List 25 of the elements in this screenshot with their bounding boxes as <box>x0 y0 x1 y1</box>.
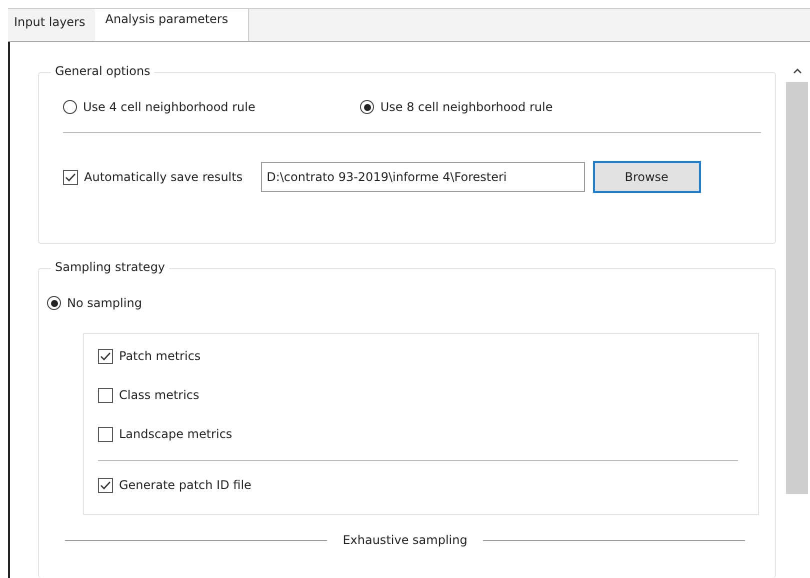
checkbox-label[interactable]: Landscape metrics <box>119 427 232 441</box>
radio-button[interactable] <box>360 100 374 114</box>
checkbox-label[interactable]: Class metrics <box>119 388 200 402</box>
group-title: General options <box>51 64 154 78</box>
checkbox-label[interactable]: Automatically save results <box>84 170 243 184</box>
tab[interactable]: Analysis parameters <box>95 9 250 41</box>
checkbox[interactable] <box>98 426 113 442</box>
checkbox[interactable] <box>98 388 113 402</box>
browse-button[interactable]: Browse <box>592 161 701 193</box>
scroll-thumb[interactable] <box>786 82 808 494</box>
checkbox[interactable] <box>98 348 113 364</box>
section-heading: Exhaustive sampling <box>342 533 468 547</box>
group-title: Sampling strategy <box>51 260 170 274</box>
path-field[interactable]: D:\contrato 93-2019\informe 4\Foresteri <box>260 162 585 192</box>
checkbox-label[interactable]: Patch metrics <box>119 349 201 363</box>
checkbox[interactable] <box>63 170 78 184</box>
scroll-up-icon[interactable] <box>792 68 802 74</box>
radio-label[interactable]: Use 8 cell neighborhood rule <box>380 100 553 114</box>
radio-button[interactable] <box>63 100 77 114</box>
radio-button[interactable] <box>47 296 61 310</box>
checkbox-label[interactable]: Generate patch ID file <box>119 478 252 492</box>
radio-label[interactable]: Use 4 cell neighborhood rule <box>83 100 256 114</box>
tab[interactable]: Input layers <box>8 9 96 41</box>
checkbox[interactable] <box>98 478 113 492</box>
radio-label[interactable]: No sampling <box>67 296 142 310</box>
